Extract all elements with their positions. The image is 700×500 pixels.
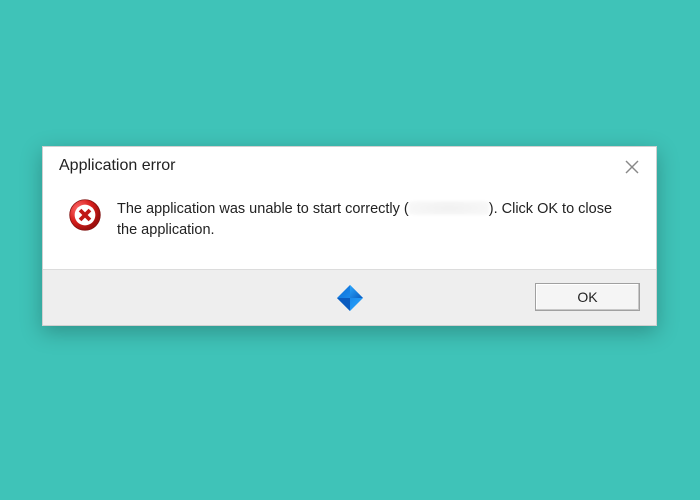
app-logo-icon [335, 283, 365, 313]
close-button[interactable] [618, 155, 646, 179]
titlebar: Application error [43, 147, 656, 181]
dialog-title: Application error [59, 157, 640, 175]
close-icon [625, 160, 639, 174]
redacted-code [409, 201, 489, 215]
message-text-before: The application was unable to start corr… [117, 201, 409, 217]
error-icon [67, 197, 103, 233]
ok-button[interactable]: OK [535, 283, 640, 311]
dialog-content: The application was unable to start corr… [43, 181, 656, 269]
error-dialog: Application error [42, 146, 657, 326]
dialog-footer: OK [43, 269, 656, 325]
error-message: The application was unable to start corr… [117, 195, 632, 241]
